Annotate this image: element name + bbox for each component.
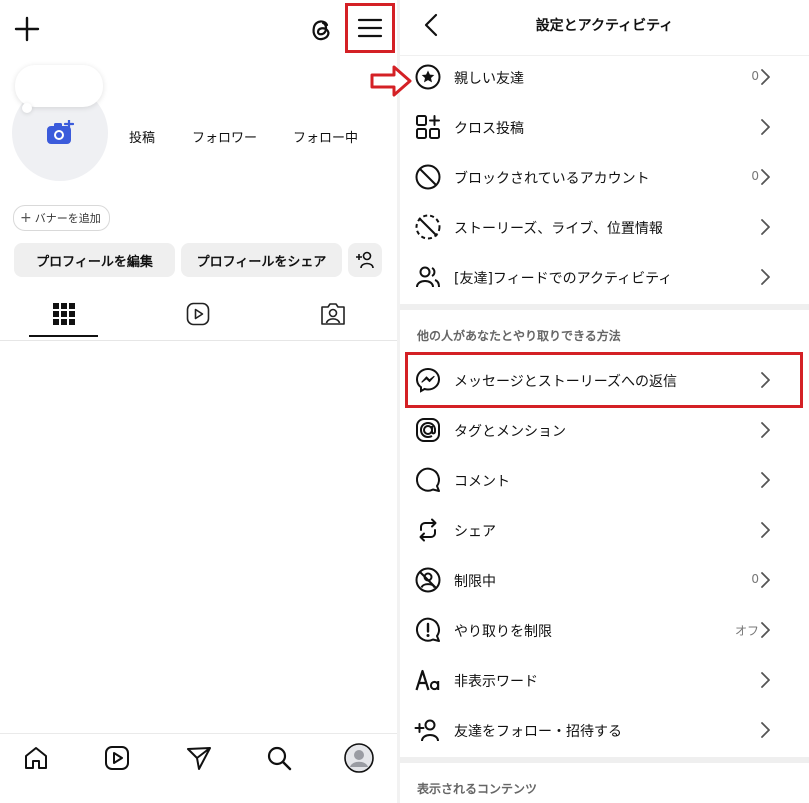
hidden-words-icon (415, 669, 440, 691)
settings-row-hidden-words[interactable]: 非表示ワード (400, 655, 809, 705)
row-label: 非表示ワード (454, 674, 538, 690)
settings-row-blocked[interactable]: ブロックされているアカウント 0 (400, 152, 809, 202)
settings-panel: 設定とアクティビティ 親しい友達 0 クロス投稿 ブロックされているアカウント … (400, 0, 809, 803)
settings-row-cross-post[interactable]: クロス投稿 (400, 102, 809, 152)
tagged-icon[interactable] (320, 302, 346, 326)
menu-icon (357, 18, 383, 38)
row-value: オフ (734, 624, 759, 638)
send-icon[interactable] (185, 744, 213, 772)
comment-icon (416, 467, 440, 492)
settings-row-friends-activity[interactable]: [友達]フィードでのアクティビティ (400, 252, 809, 302)
add-person-icon (356, 251, 374, 269)
chevron-right-icon (761, 219, 770, 235)
chevron-right-icon (761, 472, 770, 488)
plus-icon[interactable] (12, 14, 42, 44)
friends-activity-icon (416, 266, 440, 288)
chevron-right-icon (761, 269, 770, 285)
chevron-right-icon (761, 722, 770, 738)
menu-button[interactable] (345, 3, 395, 53)
search-icon[interactable] (265, 744, 293, 772)
add-banner-label: バナーを追加 (34, 212, 101, 225)
row-label: [友達]フィードでのアクティビティ (454, 271, 673, 287)
settings-row-limit-interactions[interactable]: やり取りを制限 オフ (400, 605, 809, 655)
note-bubble[interactable] (15, 65, 103, 107)
settings-row-restricted[interactable]: 制限中 0 (400, 555, 809, 605)
row-label: 制限中 (454, 574, 496, 590)
chevron-right-icon (761, 672, 770, 688)
grid-icon[interactable] (53, 303, 75, 325)
home-icon[interactable] (22, 744, 50, 772)
plus-small-icon: + (20, 210, 32, 226)
row-value: 0 (751, 572, 759, 586)
settings-row-close-friends[interactable]: 親しい友達 0 (400, 52, 809, 102)
camera-add-icon (47, 120, 74, 144)
chevron-right-icon (761, 622, 770, 638)
section-title-interactions: 他の人があなたとやり取りできる方法 (417, 329, 621, 343)
chevron-right-icon (761, 522, 770, 538)
highlight-box (405, 352, 803, 408)
cross-post-icon (416, 115, 440, 139)
row-label: タグとメンション (454, 424, 566, 440)
follow-invite-icon (414, 719, 439, 742)
settings-row-share[interactable]: シェア (400, 505, 809, 555)
reels-tab-icon[interactable] (186, 302, 210, 326)
note-bubble-tail (22, 103, 32, 113)
threads-icon[interactable] (306, 14, 336, 44)
stat-followers[interactable]: フォロワー (192, 127, 257, 146)
row-label: やり取りを制限 (454, 624, 552, 640)
restrict-icon (415, 567, 441, 593)
chevron-right-icon (761, 169, 770, 185)
block-icon (415, 164, 441, 190)
add-banner-button[interactable]: + バナーを追加 (13, 205, 110, 231)
chevron-right-icon (761, 422, 770, 438)
stat-posts[interactable]: 投稿 (129, 127, 155, 146)
row-label: 親しい友達 (454, 71, 524, 87)
profile-icon[interactable] (344, 743, 374, 773)
row-label: ストーリーズ、ライブ、位置情報 (454, 221, 663, 237)
at-mention-icon (416, 418, 440, 442)
profile-panel: 投稿 フォロワー フォロー中 + バナーを追加 プロフィールを編集 プロフィール… (0, 0, 397, 803)
settings-row-comments[interactable]: コメント (400, 455, 809, 505)
limit-interactions-icon (416, 617, 440, 642)
chevron-right-icon (761, 572, 770, 588)
share-icon (419, 518, 437, 542)
row-label: コメント (454, 474, 510, 490)
reels-icon[interactable] (103, 744, 131, 772)
chevron-right-icon (761, 69, 770, 85)
settings-row-follow-invite[interactable]: 友達をフォロー・招待する (400, 705, 809, 755)
story-hide-icon (415, 214, 441, 240)
row-label: 友達をフォロー・招待する (454, 724, 622, 740)
add-person-button[interactable] (348, 243, 382, 277)
edit-profile-button[interactable]: プロフィールを編集 (14, 243, 175, 277)
red-arrow-icon (370, 65, 412, 97)
row-value: 0 (751, 169, 759, 183)
chevron-right-icon (761, 119, 770, 135)
section-separator (400, 304, 809, 310)
settings-row-story-live-location[interactable]: ストーリーズ、ライブ、位置情報 (400, 202, 809, 252)
stat-following[interactable]: フォロー中 (293, 127, 358, 146)
section-separator (400, 757, 809, 763)
row-value: 0 (751, 69, 759, 83)
row-label: ブロックされているアカウント (454, 171, 650, 187)
row-label: クロス投稿 (454, 121, 524, 137)
settings-row-tags-mentions[interactable]: タグとメンション (400, 405, 809, 455)
tab-active-indicator (29, 335, 98, 337)
section-title-content: 表示されるコンテンツ (417, 782, 538, 796)
page-title: 設定とアクティビティ (535, 18, 674, 34)
row-label: シェア (454, 524, 496, 540)
share-profile-button[interactable]: プロフィールをシェア (181, 243, 342, 277)
star-circle-icon (415, 64, 441, 90)
